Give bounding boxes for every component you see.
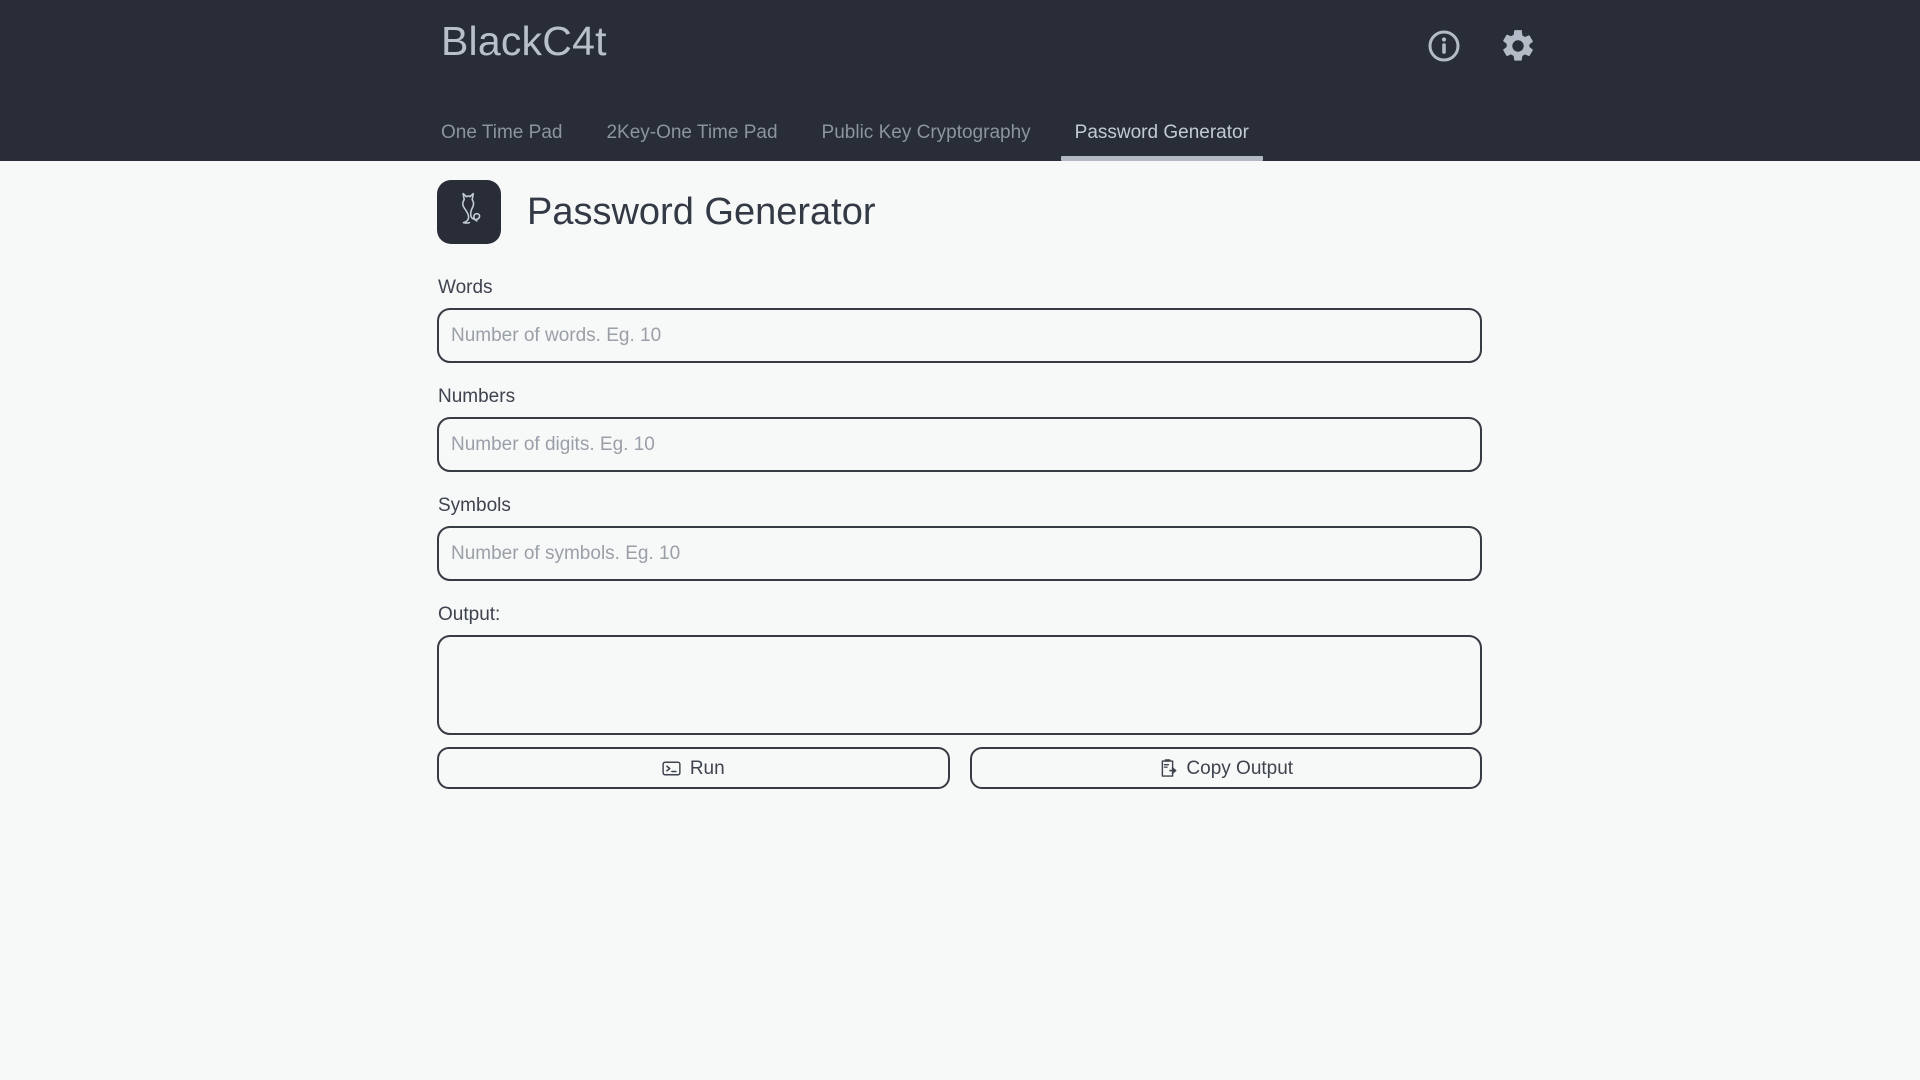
cat-icon xyxy=(449,189,489,236)
app-logo-tile xyxy=(437,180,501,244)
tab-2key-one-time-pad[interactable]: 2Key-One Time Pad xyxy=(584,121,799,161)
run-button-label: Run xyxy=(689,757,725,779)
app-header: BlackC4t One Time Pad 2Key-One Time Pad … xyxy=(0,0,1920,161)
app-brand-title: BlackC4t xyxy=(441,18,607,64)
run-button[interactable]: Run xyxy=(437,747,950,789)
gear-icon xyxy=(1499,27,1537,65)
info-icon xyxy=(1427,29,1461,63)
tab-public-key-cryptography[interactable]: Public Key Cryptography xyxy=(800,121,1053,161)
tab-password-generator[interactable]: Password Generator xyxy=(1053,121,1271,161)
settings-button[interactable] xyxy=(1496,24,1540,68)
numbers-label: Numbers xyxy=(438,386,516,407)
header-inner: BlackC4t One Time Pad 2Key-One Time Pad … xyxy=(0,0,1920,161)
main-tabs: One Time Pad 2Key-One Time Pad Public Ke… xyxy=(441,121,1271,161)
action-button-row: Run Copy Output xyxy=(437,747,1482,789)
words-input[interactable] xyxy=(437,308,1482,363)
symbols-label: Symbols xyxy=(438,495,511,516)
terminal-icon xyxy=(662,759,681,778)
page-title: Password Generator xyxy=(527,191,876,233)
clipboard-copy-icon xyxy=(1158,758,1177,778)
copy-output-button[interactable]: Copy Output xyxy=(969,747,1482,789)
content-column: Password Generator Words Numbers Symbols… xyxy=(437,161,1482,789)
words-label: Words xyxy=(438,277,493,298)
output-label: Output: xyxy=(438,604,501,625)
symbols-input[interactable] xyxy=(437,526,1482,581)
numbers-input[interactable] xyxy=(437,417,1482,472)
header-actions xyxy=(1422,24,1540,68)
copy-output-button-label: Copy Output xyxy=(1186,757,1294,779)
tab-one-time-pad[interactable]: One Time Pad xyxy=(441,121,584,161)
info-button[interactable] xyxy=(1422,24,1466,68)
output-textarea[interactable] xyxy=(437,635,1482,735)
page-title-row: Password Generator xyxy=(437,180,1482,244)
main-content: Password Generator Words Numbers Symbols… xyxy=(0,161,1920,789)
